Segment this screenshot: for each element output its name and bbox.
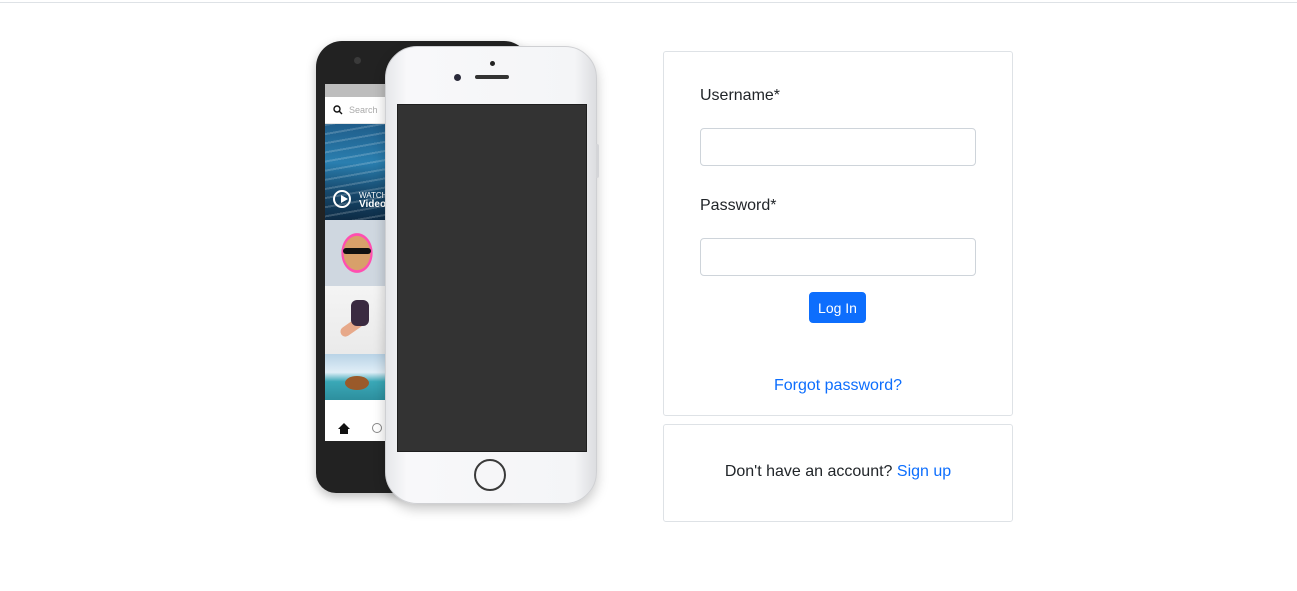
front-phone-speaker [475, 75, 509, 79]
phones-illustration: Search WATCH Video [314, 40, 604, 510]
login-button[interactable]: Log In [809, 292, 866, 323]
watch-video-label: WATCH Video [359, 191, 387, 210]
play-icon [333, 190, 351, 208]
signup-row: Don't have an account? Sign up [664, 463, 1012, 481]
front-phone-camera [454, 74, 461, 81]
search-tab-icon [372, 423, 382, 433]
signup-prompt: Don't have an account? [724, 463, 893, 480]
username-input[interactable] [700, 128, 976, 166]
home-icon [338, 422, 350, 434]
back-phone-search-placeholder: Search [349, 105, 378, 115]
username-label: Username* [700, 87, 781, 104]
food-shape [345, 376, 369, 390]
login-card: Username* Password* Log In Forgot passwo… [663, 51, 1013, 416]
front-phone [385, 46, 597, 504]
sunglasses-shape [343, 248, 371, 254]
search-icon [333, 105, 343, 115]
front-phone-screen [397, 104, 587, 452]
phone-side-button [596, 144, 599, 178]
video-text: Video [359, 199, 387, 210]
phone-home-button [474, 459, 506, 491]
signup-card: Don't have an account? Sign up [663, 424, 1013, 522]
back-phone-camera [354, 57, 361, 64]
top-divider [0, 2, 1297, 3]
password-input[interactable] [700, 238, 976, 276]
password-label: Password* [700, 197, 777, 214]
signup-link[interactable]: Sign up [897, 463, 951, 480]
forgot-password-row: Forgot password? [664, 377, 1012, 395]
forgot-password-link[interactable]: Forgot password? [774, 377, 902, 394]
front-phone-sensor [490, 61, 495, 66]
dog-shape [351, 300, 369, 326]
